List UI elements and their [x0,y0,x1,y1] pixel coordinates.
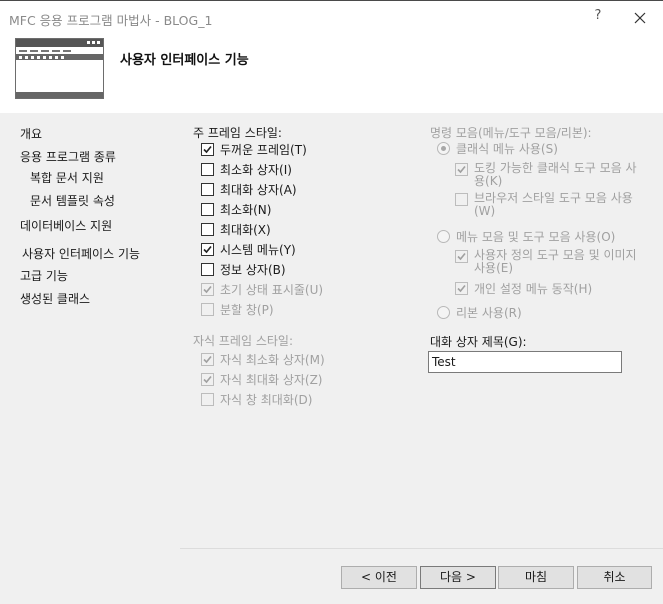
close-icon [634,12,646,24]
sidebar-item-document-template[interactable]: 문서 템플릿 속성 [30,192,115,209]
checkmark-icon [457,165,466,174]
checkbox-box [455,163,468,176]
maximize-box-checkbox[interactable]: 최대화 상자(A) [201,181,297,197]
checkbox-box [201,302,214,316]
radio-label: 메뉴 모음 및 도구 모음 사용(O) [456,229,616,244]
sidebar-item-overview[interactable]: 개요 [20,125,42,142]
initial-status-bar-checkbox[interactable]: 초기 상태 표시줄(U) [201,281,323,297]
command-bars-label: 명령 모음(메뉴/도구 모음/리본): [430,126,592,140]
checkbox-box [201,222,214,236]
sidebar-item-application-type[interactable]: 응용 프로그램 종류 [20,148,116,165]
checkbox-label: 최대화(X) [220,222,271,237]
checkmark-icon [203,375,212,383]
checkbox-box [455,193,468,206]
prev-button[interactable]: < 이전 [341,566,417,589]
sidebar-item-generated-classes[interactable]: 생성된 클래스 [20,290,90,307]
checkbox-label: 자식 창 최대화(D) [220,392,313,407]
radio-button [437,305,450,319]
checkmark-icon [203,285,212,293]
main-frame-label: 주 프레임 스타일: [193,126,282,140]
split-window-checkbox[interactable]: 분할 창(P) [201,301,274,317]
menubar-toolbar-radio[interactable]: 메뉴 모음 및 도구 모음 사용(O) [437,228,615,244]
checkbox-box [201,352,214,366]
next-button[interactable]: 다음 > [420,566,496,589]
checkbox-label-line1: 브라우저 스타일 도구 모음 사용 [474,191,633,205]
classic-menu-radio[interactable]: 클래식 메뉴 사용(S) [437,140,558,156]
title-bar: MFC 응용 프로그램 마법사 - BLOG_1 ? [0,0,663,34]
thick-frame-checkbox[interactable]: 두꺼운 프레임(T) [201,141,307,157]
user-defined-toolbar-checkbox[interactable]: 사용자 정의 도구 모음 및 이미지 사용(E) [455,249,637,275]
child-minimize-box-checkbox[interactable]: 자식 최소화 상자(M) [201,351,325,367]
browser-toolbar-checkbox[interactable]: 브라우저 스타일 도구 모음 사용 (W) [455,192,633,218]
checkbox-label: 두꺼운 프레임(T) [220,142,307,157]
checkbox-box [455,250,468,263]
checkbox-label-line2: 용(K) [474,174,503,188]
window-frame-icon [15,38,105,100]
checkbox-box [201,262,214,276]
personalized-menu-checkbox[interactable]: 개인 설정 메뉴 동작(H) [455,280,592,296]
checkbox-label: 자식 최소화 상자(M) [220,352,325,367]
checkmark-icon [203,245,212,253]
system-menu-checkbox[interactable]: 시스템 메뉴(Y) [201,241,296,257]
sidebar: 개요 응용 프로그램 종류 복합 문서 지원 문서 템플릿 속성 데이터베이스 … [0,113,180,604]
dockable-toolbar-checkbox[interactable]: 도킹 가능한 클래식 도구 모음 사 용(K) [455,162,637,188]
sidebar-item-user-interface[interactable]: 사용자 인터페이스 기능 [22,245,140,262]
checkbox-label-line2: 사용(E) [474,261,514,275]
cancel-button[interactable]: 취소 [577,566,652,589]
minimized-checkbox[interactable]: 최소화(N) [201,201,271,217]
window-title: MFC 응용 프로그램 마법사 - BLOG_1 [9,13,213,28]
checkbox-box [201,372,214,386]
child-maximize-box-checkbox[interactable]: 자식 최대화 상자(Z) [201,371,323,387]
checkbox-label-line2: (W) [474,204,496,218]
checkbox-box [201,242,214,256]
sidebar-item-advanced[interactable]: 고급 기능 [20,267,68,284]
dialog-title-label: 대화 상자 제목(G): [430,335,527,349]
checkbox-label: 최대화 상자(A) [220,182,297,197]
footer-divider [180,548,663,549]
checkbox-label: 최소화 상자(I) [220,162,292,177]
child-frame-label: 자식 프레임 스타일: [193,334,293,348]
minimize-box-checkbox[interactable]: 최소화 상자(I) [201,161,292,177]
sidebar-item-database[interactable]: 데이터베이스 지원 [20,217,112,234]
checkmark-icon [457,284,466,292]
checkbox-label: 시스템 메뉴(Y) [220,242,296,257]
checkbox-box [455,281,468,295]
radio-label: 리본 사용(R) [456,305,522,320]
page-title: 사용자 인터페이스 기능 [120,53,249,68]
checkmark-icon [203,145,212,153]
checkbox-label-line1: 도킹 가능한 클래식 도구 모음 사 [474,161,637,175]
checkmark-icon [203,355,212,363]
checkbox-box [201,162,214,176]
checkbox-label: 개인 설정 메뉴 동작(H) [474,281,593,296]
checkbox-label: 분할 창(P) [220,302,274,317]
checkbox-label-line1: 사용자 정의 도구 모음 및 이미지 [474,248,637,262]
checkbox-label: 자식 최대화 상자(Z) [220,372,323,387]
checkbox-label: 초기 상태 표시줄(U) [220,282,324,297]
radio-label: 클래식 메뉴 사용(S) [456,141,558,156]
child-maximized-checkbox[interactable]: 자식 창 최대화(D) [201,391,312,407]
maximized-checkbox[interactable]: 최대화(X) [201,221,271,237]
checkbox-box [201,202,214,216]
about-box-checkbox[interactable]: 정보 상자(B) [201,261,286,277]
checkmark-icon [457,252,466,261]
help-button[interactable]: ? [587,8,609,28]
checkbox-box [201,142,214,156]
finish-button[interactable]: 마침 [498,566,574,589]
checkbox-box [201,282,214,296]
close-button[interactable] [628,6,652,30]
checkbox-box [201,182,214,196]
checkbox-label: 최소화(N) [220,202,272,217]
checkbox-label: 정보 상자(B) [220,262,286,277]
checkbox-box [201,392,214,406]
radio-button [437,229,450,243]
sidebar-item-compound-document[interactable]: 복합 문서 지원 [30,169,104,186]
radio-button [437,141,450,155]
dialog-title-input[interactable]: Test [428,351,622,373]
ribbon-radio[interactable]: 리본 사용(R) [437,304,522,320]
